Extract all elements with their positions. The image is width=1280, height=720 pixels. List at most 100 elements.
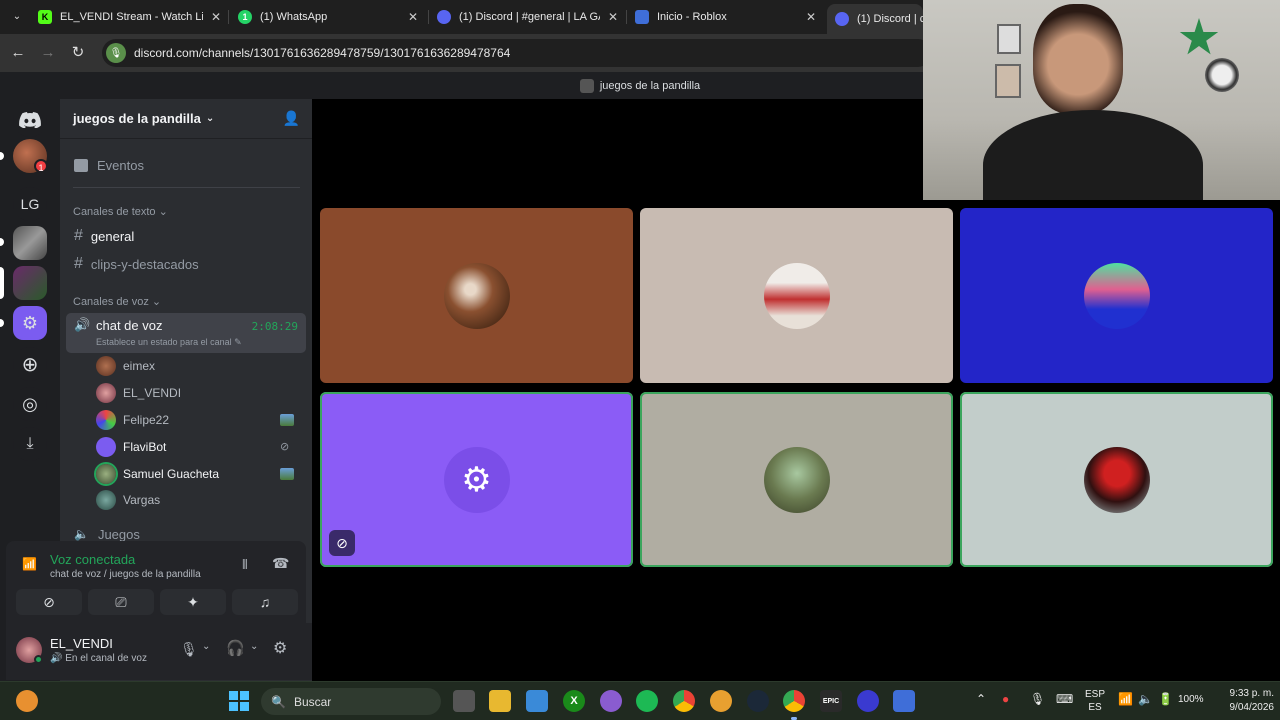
tab-search-icon[interactable]: ⌄ — [8, 8, 26, 26]
xbox-icon[interactable]: X — [563, 690, 585, 712]
server-name: juegos de la pandilla — [73, 111, 201, 126]
roblox-icon[interactable] — [893, 690, 915, 712]
participant-tile-samuel[interactable] — [640, 392, 953, 567]
activities-button[interactable]: ✦ — [160, 589, 226, 615]
participant-tile-felipe22[interactable] — [960, 208, 1273, 383]
voice-user[interactable]: Felipe22 — [96, 409, 300, 431]
channel-clips[interactable]: # clips-y-destacados — [66, 255, 306, 273]
back-icon[interactable]: ← — [9, 44, 27, 62]
server-header[interactable]: juegos de la pandilla ⌄ 👤 — [60, 99, 312, 139]
voice-location[interactable]: chat de voz / juegos de la pandilla — [50, 569, 201, 580]
participant-tile-vargas[interactable] — [960, 392, 1273, 567]
tab-roblox[interactable]: Inicio - Roblox ✕ — [635, 4, 818, 30]
close-tab-icon[interactable]: ✕ — [406, 10, 420, 24]
store-icon[interactable] — [526, 690, 548, 712]
chevron-down-icon: ⌄ — [205, 113, 215, 124]
close-tab-icon[interactable]: ✕ — [209, 10, 223, 24]
forward-icon[interactable]: → — [39, 44, 57, 62]
close-tab-icon[interactable]: ✕ — [606, 10, 620, 24]
site-info-icon[interactable]: 🎙 — [106, 43, 126, 63]
voice-user[interactable]: EL_VENDI — [96, 382, 300, 404]
server-lg[interactable]: LG — [13, 187, 47, 221]
soundboard-button[interactable]: ♫ — [232, 589, 298, 615]
whatsapp-icon: 1 — [238, 10, 252, 24]
volume-icon[interactable]: 🔈 — [1138, 692, 1153, 706]
chevron-up-icon[interactable]: ⌃ — [976, 692, 986, 706]
download-icon[interactable]: ⤓ — [13, 427, 47, 461]
address-bar[interactable]: 🎙 discord.com/channels/13017616362894787… — [102, 39, 932, 67]
clock[interactable]: 9:33 p. m. 9/04/2026 — [1212, 687, 1275, 715]
camera-off-button[interactable]: ⊘ — [16, 589, 82, 615]
chrome-profile-icon[interactable] — [783, 690, 805, 712]
disconnect-icon[interactable]: ☎ — [272, 555, 289, 572]
avatar — [763, 262, 830, 329]
discover-icon[interactable]: ◎ — [13, 387, 47, 421]
participant-tile-eimex[interactable] — [320, 208, 633, 383]
invite-people-icon[interactable]: 👤 — [283, 110, 300, 127]
voice-user[interactable]: Samuel Guacheta — [96, 463, 300, 485]
events-label: Eventos — [97, 157, 144, 173]
taskbar-search[interactable]: 🔍 Buscar — [261, 688, 441, 715]
avatar — [96, 356, 116, 376]
tab-discord-general[interactable]: (1) Discord | #general | LA GANG ✕ — [437, 4, 620, 30]
channel-general[interactable]: # general — [66, 227, 306, 245]
events-item[interactable]: Eventos — [66, 155, 306, 175]
app-tray-icon[interactable]: ● — [1002, 692, 1009, 706]
task-view-icon[interactable] — [453, 690, 475, 712]
server-avatar-4[interactable] — [13, 266, 47, 300]
text-category[interactable]: Canales de texto ⌄ — [73, 205, 168, 218]
hashtag-icon: # — [74, 255, 83, 272]
call-timer: 2:08:29 — [251, 320, 298, 333]
tab-kick[interactable]: K EL_VENDI Stream - Watch Live on ✕ — [38, 4, 223, 30]
add-server-icon[interactable]: ⊕ — [13, 347, 47, 381]
reload-icon[interactable]: ↻ — [69, 44, 87, 62]
voice-user[interactable]: Vargas — [96, 489, 300, 511]
app-icon[interactable] — [710, 690, 732, 712]
file-explorer-icon[interactable] — [489, 690, 511, 712]
battery-icon[interactable]: 🔋 — [1158, 692, 1173, 706]
voice-channel-active[interactable]: 🔊 chat de voz 2:08:29 Establece un estad… — [66, 313, 306, 353]
screen-share-button[interactable]: ⎚ — [88, 589, 154, 615]
discord-home-icon[interactable] — [13, 103, 47, 137]
start-icon[interactable] — [228, 690, 250, 712]
spotify-icon[interactable] — [636, 690, 658, 712]
server-avatar-5[interactable]: ⚙ — [13, 306, 47, 340]
microphone-icon[interactable]: 🎙 — [180, 641, 198, 658]
chrome-icon[interactable] — [673, 690, 695, 712]
language-indicator[interactable]: ESP ES — [1083, 688, 1107, 714]
noise-suppression-icon[interactable]: ⦀ — [242, 557, 248, 573]
app-icon[interactable] — [600, 690, 622, 712]
voice-category[interactable]: Canales de voz ⌄ — [73, 295, 161, 308]
voice-user[interactable]: FlaviBot ⊘ — [96, 436, 300, 458]
tab-whatsapp[interactable]: 1 (1) WhatsApp ✕ — [238, 4, 420, 30]
server-avatar-3[interactable] — [13, 226, 47, 260]
avatar: ⚙ — [443, 446, 510, 513]
widgets-icon[interactable] — [16, 690, 38, 712]
soccer-ball — [1205, 58, 1239, 92]
signal-icon[interactable]: 📶 — [22, 557, 37, 571]
microphone-icon[interactable]: 🎙 — [1030, 692, 1045, 706]
headphones-icon[interactable]: 🎧 — [226, 639, 245, 657]
wall-frame — [995, 64, 1021, 98]
app-icon[interactable] — [857, 690, 879, 712]
close-tab-icon[interactable]: ✕ — [804, 10, 818, 24]
chevron-down-icon[interactable]: ⌄ — [202, 641, 210, 652]
avatar — [763, 446, 830, 513]
wall-frame — [997, 24, 1021, 54]
participant-tile-el-vendi[interactable] — [640, 208, 953, 383]
voice-user[interactable]: eimex — [96, 355, 300, 377]
chevron-down-icon[interactable]: ⌄ — [250, 641, 258, 652]
tab-discord-active[interactable]: (1) Discord | cha — [827, 4, 923, 34]
avatar — [96, 437, 116, 457]
url-text: discord.com/channels/1301761636289478759… — [134, 46, 511, 60]
participant-tile-flavibot[interactable]: ⚙ ⊘ — [320, 392, 633, 567]
avatar — [96, 490, 116, 510]
epic-games-icon[interactable]: EPIC — [820, 690, 842, 712]
wifi-icon[interactable]: 📶 — [1118, 692, 1133, 706]
gear-icon[interactable]: ⚙ — [273, 638, 287, 658]
user-status: 🔊 En el canal de voz — [50, 653, 147, 664]
keyboard-icon[interactable]: ⌨ — [1056, 692, 1073, 706]
person — [1033, 4, 1123, 114]
steam-icon[interactable] — [747, 690, 769, 712]
channel-status-hint[interactable]: Establece un estado para el canal ✎ — [96, 337, 242, 348]
